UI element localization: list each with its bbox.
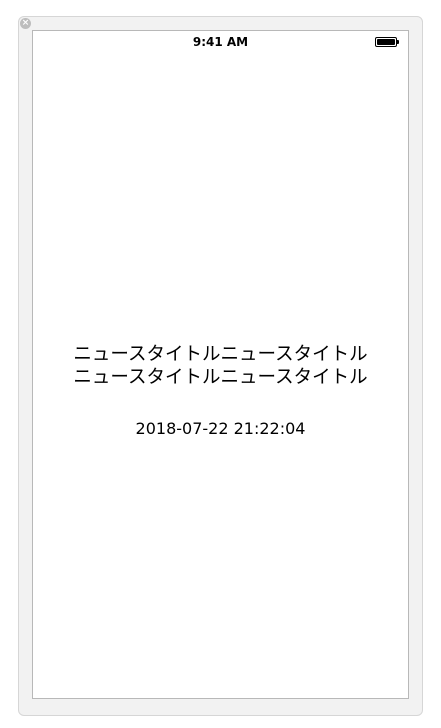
- news-title: ニュースタイトルニュースタイトル ニュースタイトルニュースタイトル: [73, 344, 368, 388]
- device-screen: 9:41 AM ニュースタイトルニュースタイトル ニュースタイトルニュースタイト…: [32, 30, 409, 699]
- battery-body: [375, 37, 397, 47]
- status-bar-time: 9:41 AM: [192, 35, 249, 49]
- battery-fill: [377, 39, 395, 45]
- canvas: × 9:41 AM ニュースタイトルニュースタイトル ニュースタイトルニュースタ…: [0, 0, 441, 728]
- battery-tip: [397, 40, 399, 44]
- close-icon[interactable]: ×: [20, 18, 31, 29]
- battery-icon: [375, 37, 400, 47]
- news-date: 2018-07-22 21:22:04: [135, 419, 306, 438]
